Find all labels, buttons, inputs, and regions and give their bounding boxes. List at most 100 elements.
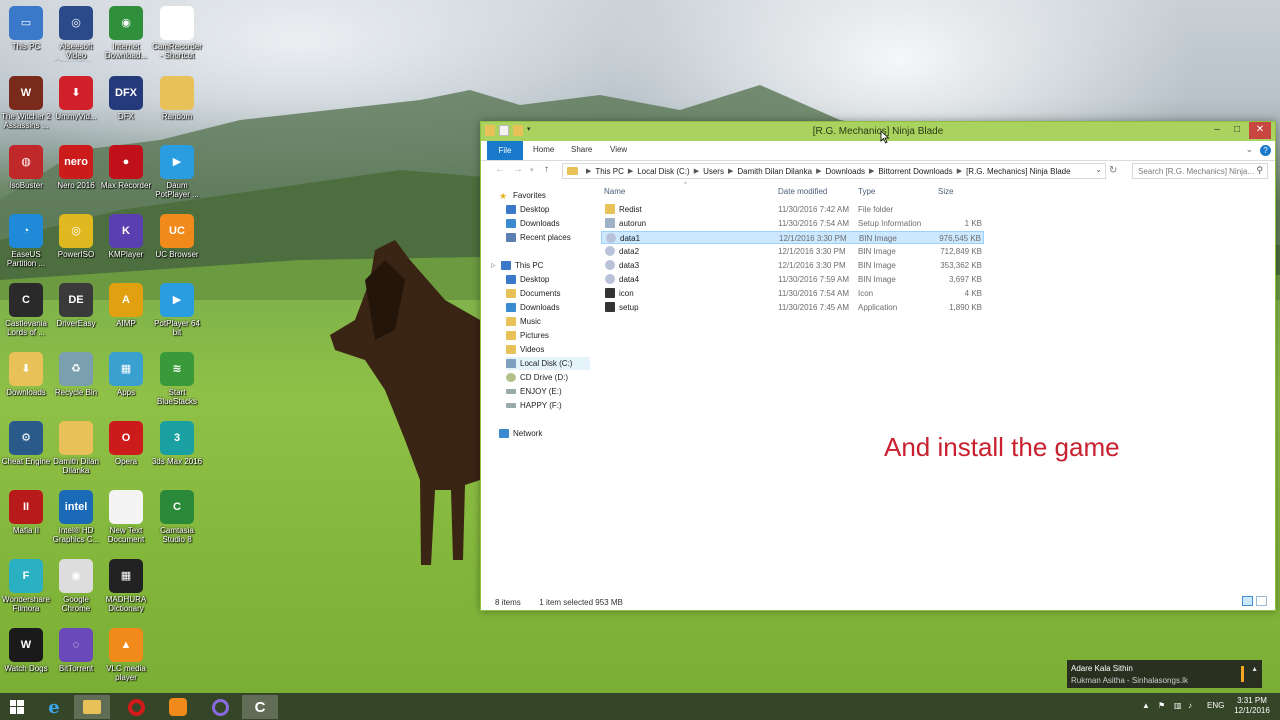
breadcrumb-downloads[interactable]: Downloads <box>825 167 865 176</box>
expand-ribbon-icon[interactable]: ⌄ <box>1245 144 1253 155</box>
chevron-right-icon[interactable]: ▶ <box>957 167 962 175</box>
column-date-modified[interactable]: Date modified <box>778 187 827 196</box>
tab-share[interactable]: Share <box>571 145 592 154</box>
nav-pc-documents[interactable]: Documents <box>506 287 560 300</box>
chevron-right-icon[interactable]: ▶ <box>869 167 874 175</box>
desktop-icon-uc-browser[interactable]: UC UC Browser <box>151 214 203 259</box>
desktop-icon-downloads[interactable]: ⬇ Downloads <box>0 352 52 397</box>
breadcrumb-this-pc[interactable]: This PC <box>595 167 623 176</box>
desktop-icon-poweriso[interactable]: ◎ PowerISO <box>50 214 102 259</box>
desktop-icon-bittorrent[interactable]: ◌ BitTorrent <box>50 628 102 673</box>
taskbar-internet-explorer[interactable]: e <box>36 695 72 719</box>
nav-fav-recent[interactable]: Recent places <box>506 231 571 244</box>
taskbar-uc-browser[interactable] <box>160 695 196 719</box>
search-icon[interactable]: ⚲ <box>1256 165 1263 176</box>
breadcrumb-local-disk[interactable]: Local Disk (C:) <box>637 167 689 176</box>
details-view-icon[interactable] <box>1242 596 1253 606</box>
nav-pc-music[interactable]: Music <box>506 315 541 328</box>
desktop-icon-isobuster[interactable]: ◍ IsoBuster <box>0 145 52 190</box>
nav-pc-desktop[interactable]: Desktop <box>506 273 549 286</box>
nav-fav-desktop[interactable]: Desktop <box>506 203 549 216</box>
expand-icon[interactable]: ▲ <box>1251 666 1258 673</box>
desktop-icon-3ds-max-2016[interactable]: 3 3ds Max 2016 <box>151 421 203 466</box>
file-row-data3[interactable]: data3 12/1/2016 3:30 PM BIN Image 353,362 K… <box>601 259 984 272</box>
column-size[interactable]: Size <box>938 187 954 196</box>
desktop-icon-potplayer-64-bit[interactable]: ▶ PotPlayer 64 bit <box>151 283 203 337</box>
breadcrumb-users[interactable]: Users <box>703 167 724 176</box>
desktop-icon-wondershare-filmora[interactable]: F Wondershare Filmora <box>0 559 52 613</box>
tab-view[interactable]: View <box>610 145 627 154</box>
nav-this-pc[interactable]: ▷ This PC <box>491 259 543 272</box>
chevron-right-icon[interactable]: ▶ <box>586 167 591 175</box>
clock[interactable]: 3:31 PM 12/1/2016 <box>1228 696 1276 716</box>
desktop-icon-intel-hd-graphics-c[interactable]: intel Intel® HD Graphics C... <box>50 490 102 544</box>
nav-network[interactable]: Network <box>499 427 542 440</box>
chevron-right-icon[interactable]: ▶ <box>694 167 699 175</box>
help-button[interactable]: ? <box>1260 145 1271 156</box>
breadcrumb-user[interactable]: Damith Dilan Dilanka <box>737 167 812 176</box>
desktop-icon-daum-potplayer[interactable]: ▶ Daum PotPlayer ... <box>151 145 203 199</box>
window-titlebar[interactable]: ▾ [R.G. Mechanics] Ninja Blade – □ ✕ <box>481 122 1275 141</box>
desktop-icon-nero-2016[interactable]: nero Nero 2016 <box>50 145 102 190</box>
desktop-icon-aimp[interactable]: A AIMP <box>100 283 152 328</box>
refresh-icon[interactable]: ↻ <box>1109 165 1117 176</box>
large-icons-view-icon[interactable] <box>1256 596 1267 606</box>
desktop-icon-mafia-ii[interactable]: II Mafia II <box>0 490 52 535</box>
network-icon[interactable]: ▥ <box>1174 701 1182 710</box>
tray-overflow-icon[interactable]: ▲ <box>1142 701 1150 710</box>
address-dropdown-icon[interactable]: ⌄ <box>1095 165 1102 174</box>
desktop-icon-recycle-bin[interactable]: ♻ Recycle Bin <box>50 352 102 397</box>
taskbar-file-explorer[interactable] <box>74 695 110 719</box>
back-arrow-icon[interactable]: ← <box>495 164 505 175</box>
desktop-icon-drivereasy[interactable]: DE DriverEasy <box>50 283 102 328</box>
desktop-icon-kmplayer[interactable]: K KMPlayer <box>100 214 152 259</box>
file-row-data4[interactable]: data4 11/30/2016 7:59 AM BIN Image 3,697 KB <box>601 273 984 286</box>
desktop-icon-the-witcher-2-assassins[interactable]: W The Witcher 2 Assassins ... <box>0 76 52 130</box>
column-type[interactable]: Type <box>858 187 875 196</box>
desktop-icon-aiseesoft-video-converter[interactable]: ◎Aiseesoft Video Converter... <box>50 6 102 62</box>
desktop-icon-google-chrome[interactable]: ◉ Google Chrome <box>50 559 102 613</box>
maximize-button[interactable]: □ <box>1227 122 1247 139</box>
desktop-icon-madhura-dictionary[interactable]: ▦ MADHURA Dictionary <box>100 559 152 613</box>
desktop-icon-max-recorder[interactable]: ● Max Recorder <box>100 145 152 190</box>
nav-pc-videos[interactable]: Videos <box>506 343 544 356</box>
tab-file[interactable]: File <box>487 141 523 160</box>
media-notification[interactable]: Adare Kala Sithin Rukman Asitha - Sinhal… <box>1067 660 1262 688</box>
file-row-data2[interactable]: data2 12/1/2016 3:30 PM BIN Image 712,849 K… <box>601 245 984 258</box>
search-input[interactable]: Search [R.G. Mechanics] Ninja... ⚲ <box>1132 163 1268 179</box>
file-row-data1[interactable]: data1 12/1/2016 3:30 PM BIN Image 976,545 K… <box>601 231 984 244</box>
desktop-icon-apps[interactable]: ▦ Apps <box>100 352 152 397</box>
desktop-icon-cheat-engine[interactable]: ⚙ Cheat Engine <box>0 421 52 466</box>
nav-pc-cd-drive[interactable]: CD Drive (D:) <box>506 371 568 384</box>
file-row-autorun[interactable]: autorun 11/30/2016 7:54 AM Setup Informati… <box>601 217 984 230</box>
desktop-icon-internet-download[interactable]: ◉ Internet Download... <box>100 6 152 60</box>
desktop-icon-damith-dilan-dilanka[interactable]: Damith Dilan Dilanka <box>50 421 102 475</box>
chevron-right-icon[interactable]: ▶ <box>628 167 633 175</box>
chevron-right-icon[interactable]: ▶ <box>728 167 733 175</box>
desktop-icon-ummyvid[interactable]: ⬇ UmmyVid... <box>50 76 102 121</box>
desktop-icon-watch-dogs[interactable]: W Watch Dogs <box>0 628 52 673</box>
nav-pc-local-disk[interactable]: Local Disk (C:) <box>506 357 590 370</box>
desktop-icon-camtasia-studio-8[interactable]: C Camtasia Studio 8 <box>151 490 203 544</box>
address-bar[interactable]: ▶ This PC ▶ Local Disk (C:) ▶ Users ▶ Da… <box>562 163 1106 179</box>
desktop-icon-opera[interactable]: O Opera <box>100 421 152 466</box>
desktop-icon-new-text-document[interactable]: New Text Document <box>100 490 152 544</box>
recent-locations-icon[interactable]: ▾ <box>530 166 534 174</box>
action-center-icon[interactable]: ⚑ <box>1158 701 1165 710</box>
column-name[interactable]: Name <box>604 187 625 196</box>
start-button[interactable] <box>0 695 34 719</box>
file-row-setup[interactable]: setup 11/30/2016 7:45 AM Application 1,890 … <box>601 301 984 314</box>
minimize-button[interactable]: – <box>1207 122 1227 139</box>
desktop-icon-vlc-media-player[interactable]: ▲ VLC media player <box>100 628 152 682</box>
breadcrumb-current[interactable]: [R.G. Mechanics] Ninja Blade <box>966 167 1071 176</box>
nav-favorites[interactable]: ★ Favorites <box>499 189 546 202</box>
tab-home[interactable]: Home <box>533 145 554 154</box>
breadcrumb-bittorrent[interactable]: Bittorrent Downloads <box>878 167 952 176</box>
desktop-icon-dfx[interactable]: DFX DFX <box>100 76 152 121</box>
desktop-icon-start-bluestacks[interactable]: ≋ Start BlueStacks <box>151 352 203 406</box>
up-arrow-icon[interactable]: ↑ <box>544 164 549 175</box>
desktop-icon-random[interactable]: Random <box>151 76 203 121</box>
expand-caret-icon[interactable]: ▷ <box>491 262 497 269</box>
taskbar-camtasia[interactable]: C <box>242 695 278 719</box>
desktop-icon-camrecorder-shortcut[interactable]: C CamRecorder - Shortcut <box>151 6 203 60</box>
